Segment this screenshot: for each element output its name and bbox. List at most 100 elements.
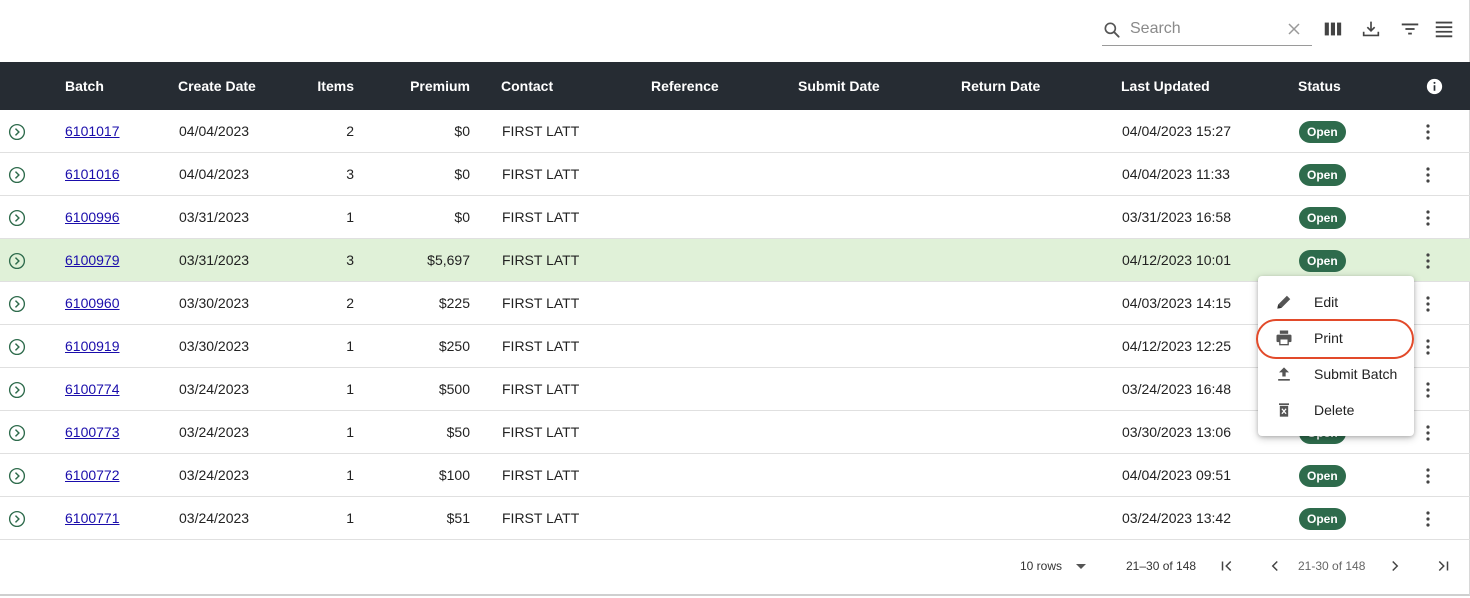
batch-link[interactable]: 6100771 <box>65 497 120 540</box>
table-row[interactable]: 6100774 03/24/2023 1 $500 FIRST LATT 03/24/20… <box>0 368 1470 411</box>
batch-link[interactable]: 6100773 <box>65 411 120 454</box>
last-page-button[interactable] <box>1434 557 1452 575</box>
filter-button[interactable] <box>1399 18 1421 40</box>
cell-last-updated: 04/04/2023 15:27 <box>1122 123 1231 139</box>
table-row[interactable]: 6100919 03/30/2023 1 $250 FIRST LATT 04/12/20… <box>0 325 1470 368</box>
expand-row-icon[interactable] <box>8 338 26 356</box>
cell-premium: $0 <box>454 123 470 139</box>
cell-contact: FIRST LATT <box>502 424 580 440</box>
cell-items: 1 <box>346 338 354 354</box>
menu-item-delete[interactable]: Delete <box>1258 392 1414 428</box>
column-header-premium[interactable]: Premium <box>380 62 470 110</box>
column-header-last-updated[interactable]: Last Updated <box>1121 62 1210 110</box>
more-vert-icon[interactable] <box>1420 208 1436 228</box>
column-header-items[interactable]: Items <box>300 62 354 110</box>
last-page-icon <box>1438 560 1449 572</box>
cell-premium: $5,697 <box>427 252 470 268</box>
menu-item-edit[interactable]: Edit <box>1258 284 1414 320</box>
info-icon[interactable] <box>1426 78 1443 95</box>
table-row[interactable]: 6100979 03/31/2023 3 $5,697 FIRST LATT 04/12/… <box>0 239 1470 282</box>
more-vert-icon[interactable] <box>1420 165 1436 185</box>
expand-row-icon[interactable] <box>8 166 26 184</box>
menu-item-print[interactable]: Print <box>1256 319 1414 359</box>
batch-link[interactable]: 6100772 <box>65 454 120 497</box>
more-vert-icon[interactable] <box>1420 294 1436 314</box>
column-header-return-date[interactable]: Return Date <box>961 62 1040 110</box>
cell-contact: FIRST LATT <box>502 295 580 311</box>
more-vert-icon[interactable] <box>1420 380 1436 400</box>
expand-row-icon[interactable] <box>8 381 26 399</box>
menu-item-label: Edit <box>1314 294 1339 310</box>
cell-items: 1 <box>346 467 354 483</box>
cell-last-updated: 04/04/2023 09:51 <box>1122 467 1231 483</box>
search-icon <box>1104 22 1120 38</box>
previous-page-button[interactable] <box>1266 557 1284 575</box>
expand-row-icon[interactable] <box>8 295 26 313</box>
first-page-button[interactable] <box>1218 557 1236 575</box>
columns-button[interactable] <box>1322 18 1344 40</box>
more-vert-icon[interactable] <box>1420 337 1436 357</box>
table-row[interactable]: 6100996 03/31/2023 1 $0 FIRST LATT 03/31/2023… <box>0 196 1470 239</box>
pencil-icon <box>1277 295 1291 309</box>
column-header-reference[interactable]: Reference <box>651 62 719 110</box>
more-vert-icon[interactable] <box>1420 122 1436 142</box>
batch-link[interactable]: 6100774 <box>65 368 120 411</box>
pagination-bar: 10 rows 21–30 of 148 21-30 of 148 <box>0 541 1470 595</box>
more-vert-icon[interactable] <box>1420 423 1436 443</box>
table-row[interactable]: 6100772 03/24/2023 1 $100 FIRST LATT 04/04/20… <box>0 454 1470 497</box>
chevron-down-icon[interactable] <box>1074 563 1088 571</box>
clear-icon[interactable] <box>1286 21 1302 37</box>
more-vert-icon[interactable] <box>1420 251 1436 271</box>
search-input[interactable] <box>1130 16 1280 42</box>
highlight-ring <box>1256 319 1414 359</box>
more-vert-icon[interactable] <box>1420 509 1436 529</box>
expand-row-icon[interactable] <box>8 467 26 485</box>
cell-premium: $500 <box>438 381 470 397</box>
table-row[interactable]: 6100773 03/24/2023 1 $50 FIRST LATT 03/30/202… <box>0 411 1470 454</box>
batch-link[interactable]: 6100960 <box>65 282 120 325</box>
menu-item-submit-batch[interactable]: Submit Batch <box>1258 356 1414 392</box>
table-row[interactable]: 6100771 03/24/2023 1 $51 FIRST LATT 03/24/202… <box>0 497 1470 540</box>
expand-row-icon[interactable] <box>8 123 26 141</box>
column-header-submit-date[interactable]: Submit Date <box>798 62 880 110</box>
batch-link[interactable]: 6101017 <box>65 110 120 153</box>
cell-contact: FIRST LATT <box>502 338 580 354</box>
upload-icon <box>1278 367 1290 381</box>
menu-item-label: Delete <box>1314 402 1355 418</box>
cell-items: 3 <box>346 166 354 182</box>
batch-link[interactable]: 6100979 <box>65 239 120 282</box>
cell-items: 3 <box>346 252 354 268</box>
table-row[interactable]: 6101017 04/04/2023 2 $0 FIRST LATT 04/04/2023… <box>0 110 1470 153</box>
filter-icon <box>1401 23 1419 35</box>
status-badge: Open <box>1299 121 1346 143</box>
cell-create-date: 03/24/2023 <box>179 424 250 440</box>
first-page-icon <box>1221 560 1232 572</box>
table-row[interactable]: 6101016 04/04/2023 3 $0 FIRST LATT 04/04/2023… <box>0 153 1470 196</box>
next-page-button[interactable] <box>1386 557 1404 575</box>
cell-contact: FIRST LATT <box>502 510 580 526</box>
status-badge: Open <box>1299 508 1346 530</box>
column-header-batch[interactable]: Batch <box>65 62 104 110</box>
status-badge: Open <box>1299 207 1346 229</box>
expand-row-icon[interactable] <box>8 252 26 270</box>
table-row[interactable]: 6100960 03/30/2023 2 $225 FIRST LATT 04/03/20… <box>0 282 1470 325</box>
column-header-status[interactable]: Status <box>1298 62 1341 110</box>
expand-row-icon[interactable] <box>8 209 26 227</box>
cell-last-updated: 04/12/2023 12:25 <box>1122 338 1231 354</box>
cell-items: 1 <box>346 381 354 397</box>
cell-items: 1 <box>346 209 354 225</box>
density-button[interactable] <box>1433 18 1455 40</box>
batch-link[interactable]: 6100996 <box>65 196 120 239</box>
batch-link[interactable]: 6101016 <box>65 153 120 196</box>
cell-last-updated: 04/03/2023 14:15 <box>1122 295 1231 311</box>
more-vert-icon[interactable] <box>1420 466 1436 486</box>
column-header-create-date[interactable]: Create Date <box>178 62 256 110</box>
expand-row-icon[interactable] <box>8 424 26 442</box>
batch-link[interactable]: 6100919 <box>65 325 120 368</box>
rows-per-page-select[interactable]: 10 rows <box>1020 541 1062 591</box>
cell-create-date: 03/24/2023 <box>179 467 250 483</box>
column-header-contact[interactable]: Contact <box>501 62 553 110</box>
row-actions-menu: Edit Print Submit Batch Delete <box>1256 276 1414 436</box>
download-button[interactable] <box>1360 18 1382 40</box>
expand-row-icon[interactable] <box>8 510 26 528</box>
